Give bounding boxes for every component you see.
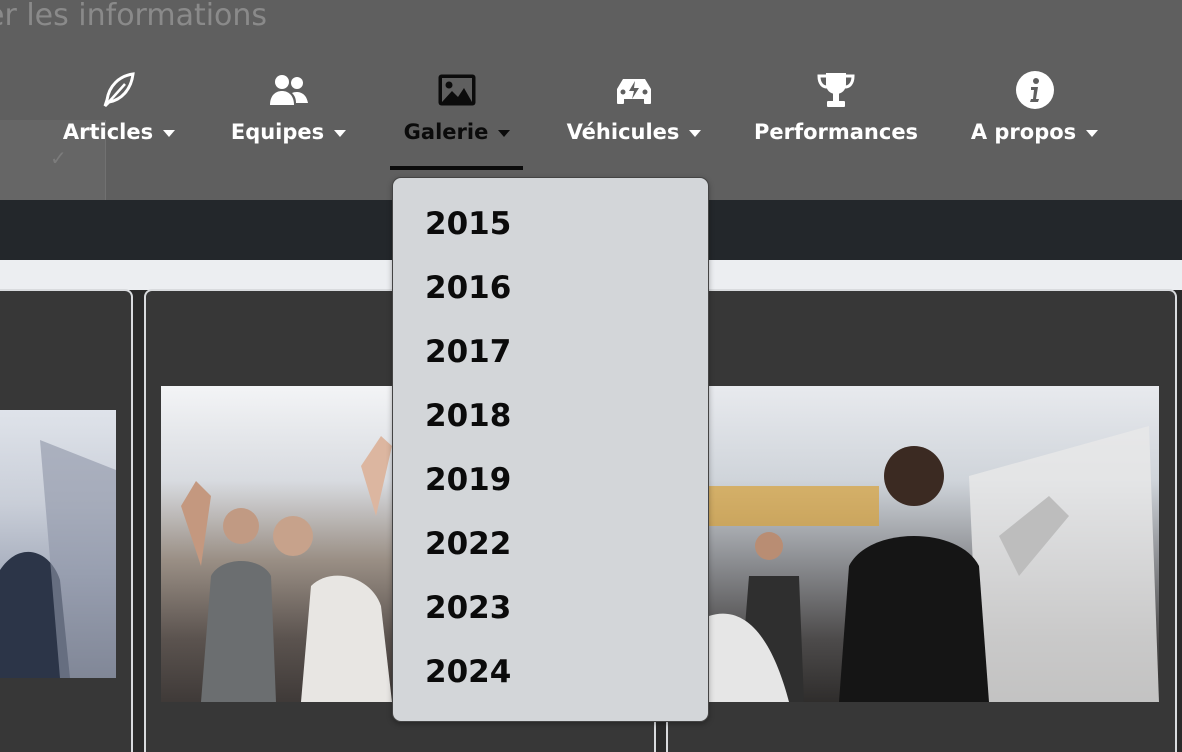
nav-galerie[interactable]: Galerie <box>403 68 511 172</box>
header-partial-text: er les informations <box>0 0 268 33</box>
dropdown-item-2018[interactable]: 2018 <box>425 398 511 434</box>
gallery-photo[interactable] <box>161 386 392 702</box>
dropdown-item-2017[interactable]: 2017 <box>425 334 511 370</box>
galerie-dropdown-menu: 2015 2016 2017 2018 2019 2022 2023 2024 <box>392 177 709 722</box>
dropdown-item-2016[interactable]: 2016 <box>425 270 511 306</box>
info-icon <box>1013 68 1057 112</box>
nav-performances-label: Performances <box>753 120 919 144</box>
nav-articles[interactable]: Articles <box>62 68 176 172</box>
nav-vehicules[interactable]: Véhicules <box>566 68 702 172</box>
dropdown-item-2015[interactable]: 2015 <box>425 206 511 242</box>
users-icon <box>267 68 311 112</box>
gallery-photo[interactable] <box>709 386 1159 702</box>
caret-down-icon <box>689 129 702 137</box>
nav-galerie-label: Galerie <box>403 120 489 144</box>
caret-down-icon <box>334 129 347 137</box>
gallery-photo[interactable] <box>0 410 116 678</box>
nav-equipes-label: Equipes <box>230 120 325 144</box>
nav-articles-label: Articles <box>62 120 154 144</box>
electric-car-icon <box>612 68 656 112</box>
active-tab-indicator <box>390 166 523 170</box>
image-icon <box>435 68 479 112</box>
nav-a-propos-label: A propos <box>970 120 1077 144</box>
nav-equipes[interactable]: Equipes <box>231 68 347 172</box>
nav-performances[interactable]: Performances <box>754 68 918 172</box>
dropdown-item-2024[interactable]: 2024 <box>425 654 511 690</box>
dropdown-item-2019[interactable]: 2019 <box>425 462 511 498</box>
caret-down-icon <box>1086 129 1099 137</box>
feather-icon <box>97 68 141 112</box>
caret-down-icon <box>498 129 511 137</box>
dropdown-item-2022[interactable]: 2022 <box>425 526 511 562</box>
trophy-icon <box>814 68 858 112</box>
check-icon: ✓ <box>50 146 67 170</box>
nav-a-propos[interactable]: A propos <box>971 68 1099 172</box>
nav-vehicules-label: Véhicules <box>566 120 680 144</box>
caret-down-icon <box>163 129 176 137</box>
dropdown-item-2023[interactable]: 2023 <box>425 590 511 626</box>
